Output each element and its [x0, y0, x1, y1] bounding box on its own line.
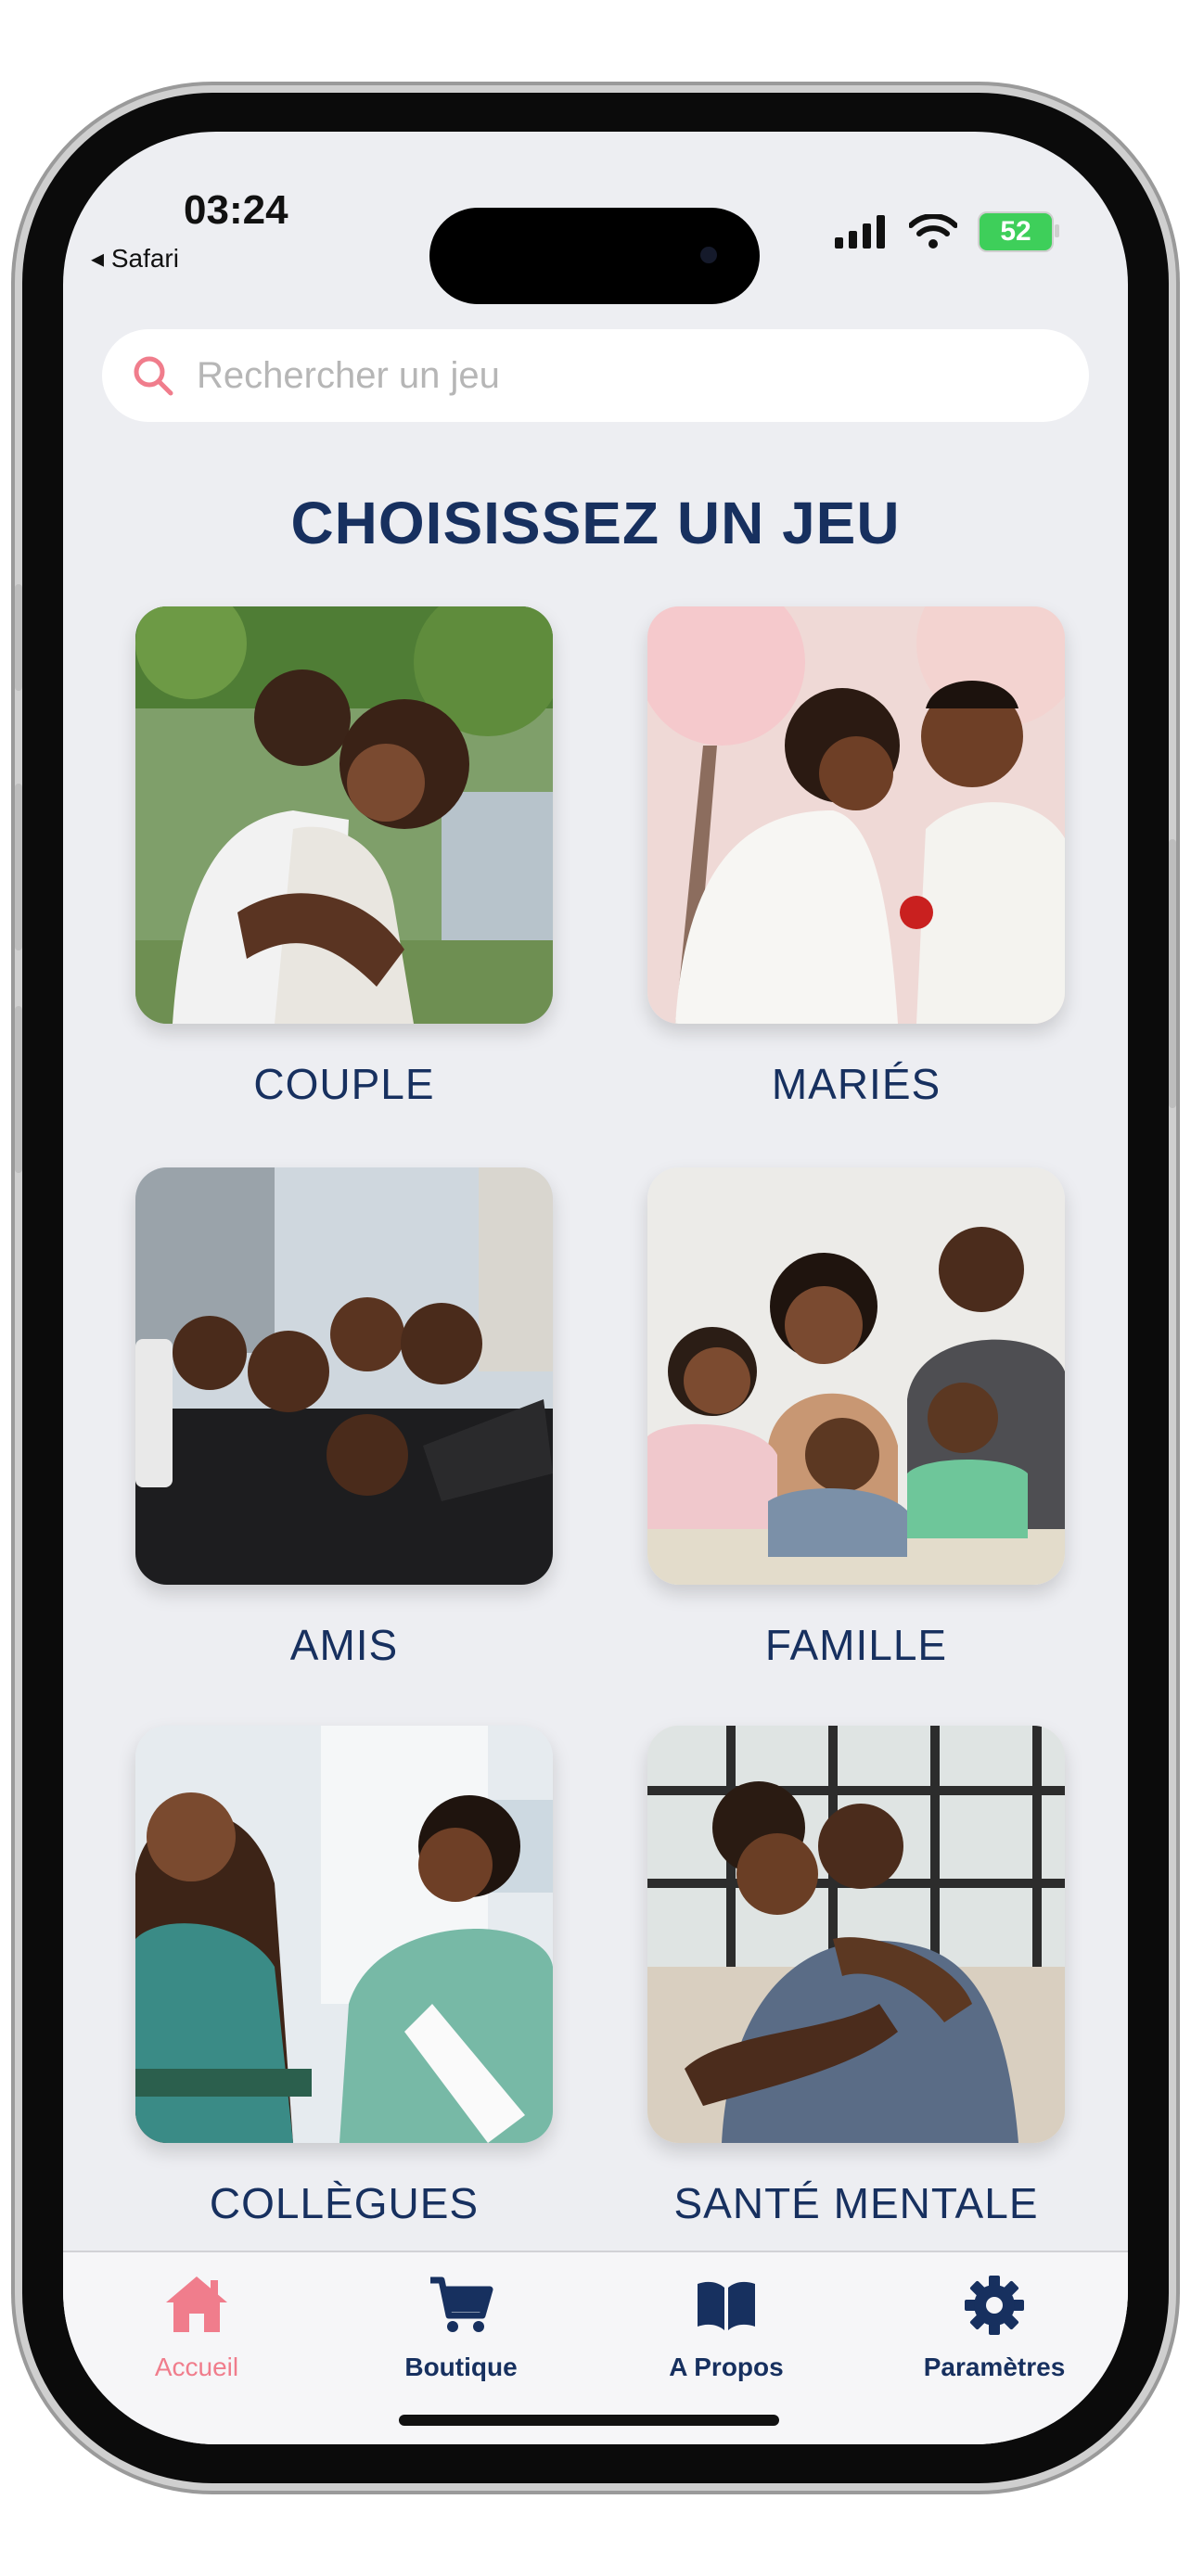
- game-label: SANTÉ MENTALE: [673, 2179, 1039, 2227]
- maries-photo[interactable]: [647, 606, 1065, 1024]
- wifi-icon: [909, 214, 957, 249]
- tab-label: A Propos: [669, 2353, 784, 2381]
- tab-label: Accueil: [154, 2353, 239, 2381]
- couple-photo[interactable]: [135, 606, 553, 1024]
- page-title: CHOISISSEZ UN JEU: [290, 490, 901, 556]
- action-button: [15, 584, 22, 691]
- volume-down-button: [15, 1006, 22, 1173]
- game-card-couple[interactable]: COUPLE: [135, 606, 553, 1109]
- cart-icon: [430, 2276, 493, 2332]
- app-screen: 03:24 ◂ Safari 52 CHOISISSEZ: [63, 132, 1128, 2444]
- book-icon: [698, 2281, 755, 2330]
- tab-label: Paramètres: [923, 2353, 1066, 2381]
- game-label: COUPLE: [253, 1060, 435, 1108]
- volume-up-button: [15, 784, 22, 950]
- tab-boutique[interactable]: Boutique: [368, 2271, 554, 2382]
- tab-accueil[interactable]: Accueil: [104, 2271, 289, 2382]
- game-label: COLLÈGUES: [209, 2179, 480, 2227]
- search-bar[interactable]: [102, 329, 1089, 422]
- sante-mentale-photo[interactable]: [647, 1726, 1065, 2143]
- game-label: MARIÉS: [771, 1060, 941, 1108]
- game-label: FAMILLE: [764, 1621, 948, 1669]
- cellular-signal-icon: [835, 215, 885, 249]
- game-card-collegues[interactable]: COLLÈGUES: [135, 1726, 553, 2228]
- search-icon: [134, 356, 173, 396]
- status-time: 03:24: [184, 187, 288, 233]
- status-icons: 52: [835, 211, 1059, 252]
- collegues-photo[interactable]: [135, 1726, 553, 2143]
- game-label: AMIS: [289, 1621, 399, 1669]
- dynamic-island: [429, 208, 760, 304]
- power-button: [1169, 839, 1176, 1108]
- tab-a-propos[interactable]: A Propos: [634, 2271, 819, 2382]
- home-indicator[interactable]: [399, 2415, 779, 2426]
- game-card-famille[interactable]: FAMILLE: [647, 1167, 1065, 1670]
- gear-icon: [965, 2276, 1024, 2335]
- game-card-maries[interactable]: MARIÉS: [647, 606, 1065, 1109]
- tab-label: Boutique: [404, 2353, 518, 2381]
- home-icon: [166, 2276, 227, 2332]
- camera-icon: [700, 247, 717, 263]
- search-input[interactable]: [195, 353, 1033, 398]
- game-card-amis[interactable]: AMIS: [135, 1167, 553, 1670]
- tab-parametres[interactable]: Paramètres: [902, 2271, 1087, 2382]
- phone-frame: 03:24 ◂ Safari 52 CHOISISSEZ: [22, 93, 1169, 2483]
- back-to-safari-link[interactable]: ◂ Safari: [91, 243, 179, 274]
- game-card-sante-mentale[interactable]: SANTÉ MENTALE: [647, 1726, 1065, 2228]
- amis-photo[interactable]: [135, 1167, 553, 1585]
- battery-icon: 52: [978, 211, 1059, 252]
- famille-photo[interactable]: [647, 1167, 1065, 1585]
